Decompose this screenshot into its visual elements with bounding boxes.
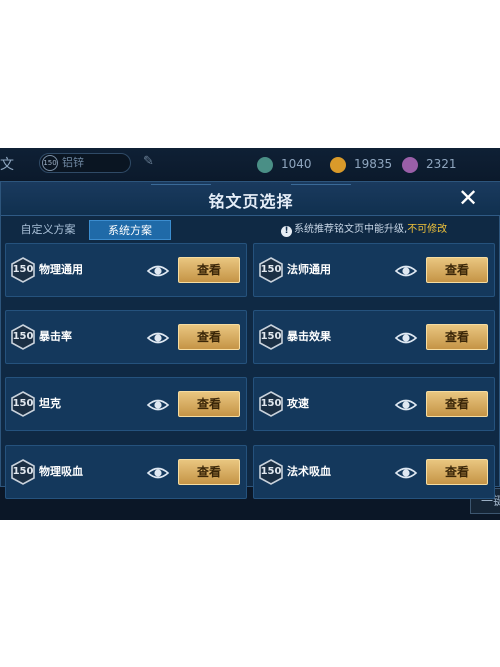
info-icon: !: [281, 226, 292, 237]
rune-page-name: 法术吸血: [287, 465, 331, 478]
close-icon[interactable]: ✕: [455, 185, 481, 211]
hexagon-level-icon: 150: [258, 257, 284, 283]
page-name-text: 铝锌: [62, 156, 84, 169]
modal-title: 铭文页选择: [208, 192, 294, 211]
tab-custom-scheme[interactable]: 自定义方案: [9, 220, 87, 240]
rune-page-card[interactable]: 150 法术吸血 查看: [253, 445, 495, 499]
page-name-input[interactable]: 150 铝锌: [39, 153, 131, 173]
view-button[interactable]: 查看: [426, 324, 488, 350]
rune-page-name: 暴击效果: [287, 330, 331, 343]
rune-level: 150: [260, 398, 282, 409]
eye-icon[interactable]: [145, 392, 171, 418]
view-button[interactable]: 查看: [426, 459, 488, 485]
rune-page-card[interactable]: 150 法师通用 查看: [253, 243, 495, 297]
eye-icon[interactable]: [145, 325, 171, 351]
eye-icon[interactable]: [145, 460, 171, 486]
level-badge-icon: 150: [42, 155, 58, 171]
rune-page-name: 法师通用: [287, 263, 331, 276]
eye-icon[interactable]: [393, 460, 419, 486]
hexagon-level-icon: 150: [258, 324, 284, 350]
background-label: 文: [0, 157, 14, 173]
rune-page-card[interactable]: 150 坦克 查看: [5, 377, 247, 431]
currency-gem: 1040: [257, 154, 312, 174]
rune-level: 150: [12, 264, 34, 275]
hexagon-level-icon: 150: [258, 391, 284, 417]
view-button[interactable]: 查看: [178, 324, 240, 350]
eye-icon[interactable]: [393, 392, 419, 418]
rune-level: 150: [12, 466, 34, 477]
purple-crystal-icon: [402, 156, 418, 173]
modal-header: 铭文页选择 ✕: [1, 182, 500, 216]
rune-page-name: 攻速: [287, 397, 309, 410]
view-button[interactable]: 查看: [178, 459, 240, 485]
eye-icon[interactable]: [145, 258, 171, 284]
rune-level: 150: [260, 331, 282, 342]
view-button[interactable]: 查看: [426, 391, 488, 417]
tab-system-scheme[interactable]: 系统方案: [89, 220, 171, 240]
rune-page-card[interactable]: 150 攻速 查看: [253, 377, 495, 431]
rune-page-name: 暴击率: [39, 330, 72, 343]
view-button[interactable]: 查看: [426, 257, 488, 283]
hexagon-level-icon: 150: [10, 459, 36, 485]
view-button[interactable]: 查看: [178, 257, 240, 283]
currency-gold: 19835: [330, 154, 392, 174]
background-top-bar: 文 150 铝锌 ✎ 1040 19835 2321: [0, 148, 500, 180]
rune-page-card[interactable]: 150 暴击率 查看: [5, 310, 247, 364]
rune-page-card[interactable]: 150 物理通用 查看: [5, 243, 247, 297]
rune-page-card[interactable]: 150 物理吸血 查看: [5, 445, 247, 499]
rune-page-name: 物理吸血: [39, 465, 83, 478]
currency-crystal: 2321: [402, 154, 457, 174]
pencil-icon[interactable]: ✎: [143, 154, 154, 169]
gem-icon: [257, 156, 273, 173]
hexagon-level-icon: 150: [10, 257, 36, 283]
rune-level: 150: [260, 466, 282, 477]
game-screen: 文 150 铝锌 ✎ 1040 19835 2321 一键 铭文页选择 ✕ 自定…: [0, 148, 500, 520]
rune-page-name: 坦克: [39, 397, 61, 410]
eye-icon[interactable]: [393, 325, 419, 351]
rune-page-select-modal: 铭文页选择 ✕ 自定义方案 系统方案 ! 系统推荐铭文页中能升级,不可修改 150…: [0, 181, 500, 499]
system-notice: ! 系统推荐铭文页中能升级,不可修改: [281, 222, 447, 238]
rune-page-name: 物理通用: [39, 263, 83, 276]
rune-level: 150: [260, 264, 282, 275]
view-button[interactable]: 查看: [178, 391, 240, 417]
hexagon-level-icon: 150: [258, 459, 284, 485]
rune-level: 150: [12, 331, 34, 342]
hexagon-level-icon: 150: [10, 391, 36, 417]
eye-icon[interactable]: [393, 258, 419, 284]
rune-level: 150: [12, 398, 34, 409]
hexagon-level-icon: 150: [10, 324, 36, 350]
gold-coin-icon: [330, 156, 346, 173]
rune-page-card[interactable]: 150 暴击效果 查看: [253, 310, 495, 364]
